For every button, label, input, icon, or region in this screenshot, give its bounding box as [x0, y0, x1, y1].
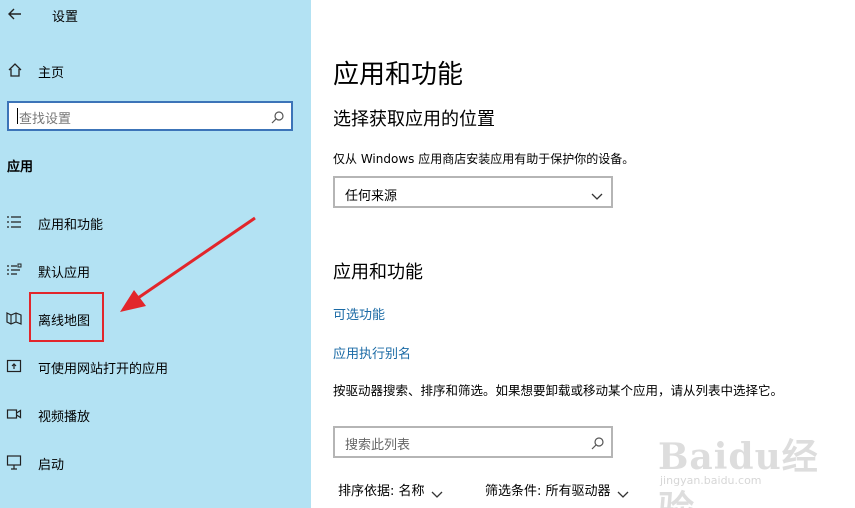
app-source-dropdown[interactable]: 任何来源 [333, 176, 613, 208]
sidebar-item-default-apps[interactable]: 默认应用 [0, 258, 311, 284]
chevron-down-icon [591, 187, 603, 200]
back-arrow-icon[interactable] [6, 5, 24, 23]
startup-icon [6, 454, 22, 470]
search-icon[interactable] [271, 109, 285, 124]
default-apps-icon [6, 262, 22, 278]
search-placeholder: 搜索此列表 [345, 438, 411, 453]
home-icon [7, 62, 23, 78]
optional-features-link[interactable]: 可选功能 [333, 304, 385, 323]
filter-label: 筛选条件: 所有驱动器 [485, 484, 611, 499]
sidebar-item-label: 启动 [38, 458, 65, 473]
open-external-icon [6, 358, 22, 374]
sidebar-item-apps-features[interactable]: 应用和功能 [0, 210, 311, 236]
filter-dropdown[interactable]: 筛选条件: 所有驱动器 [485, 480, 629, 499]
chevron-down-icon [431, 488, 443, 498]
window-title: 设置 [52, 10, 79, 25]
app-execution-aliases-link[interactable]: 应用执行别名 [333, 343, 411, 362]
instructions-text: 按驱动器搜索、排序和筛选。如果想要卸载或移动某个应用，请从列表中选择它。 [333, 383, 784, 398]
chevron-down-icon [617, 488, 629, 498]
sort-label: 排序依据: 名称 [338, 484, 425, 499]
source-description: 仅从 Windows 应用商店安装应用有助于保护你的设备。 [333, 152, 635, 166]
sidebar-item-apps-for-websites[interactable]: 可使用网站打开的应用 [0, 354, 311, 380]
apps-heading: 应用和功能 [333, 262, 423, 283]
sidebar-item-startup[interactable]: 启动 [0, 450, 311, 476]
dropdown-value: 任何来源 [345, 189, 398, 204]
sort-dropdown[interactable]: 排序依据: 名称 [338, 480, 443, 499]
home-label: 主页 [38, 66, 65, 81]
section-title: 应用 [7, 160, 34, 175]
sidebar-item-home[interactable]: 主页 [0, 58, 311, 84]
watermark-brand: Baidu经验 [658, 436, 819, 508]
app-list-search-input[interactable]: 搜索此列表 [333, 426, 613, 458]
sidebar-item-label: 默认应用 [38, 266, 91, 281]
page-title: 应用和功能 [333, 60, 464, 90]
map-icon [6, 310, 22, 326]
title-bar: 设置 [0, 0, 311, 30]
search-placeholder: 查找设置 [19, 112, 72, 127]
search-icon[interactable] [591, 435, 605, 450]
sidebar-item-video-playback[interactable]: 视频播放 [0, 402, 311, 428]
baidu-watermark: Baidu经验 jingyan.baidu.com [648, 428, 848, 508]
settings-search-input[interactable]: 查找设置 [7, 101, 293, 131]
text-cursor [17, 108, 18, 124]
watermark-url: jingyan.baidu.com [660, 474, 762, 487]
sidebar-item-label: 视频播放 [38, 410, 91, 425]
sidebar: 设置 主页 查找设置 应用 应用和功能 默认应用 离线地图 可使用网站打开的应用… [0, 0, 311, 508]
sidebar-item-label: 应用和功能 [38, 218, 104, 233]
sidebar-item-label: 可使用网站打开的应用 [38, 362, 169, 377]
video-icon [6, 406, 22, 422]
source-heading: 选择获取应用的位置 [333, 109, 495, 130]
annotation-highlight-box [29, 292, 104, 342]
list-icon [6, 214, 22, 230]
